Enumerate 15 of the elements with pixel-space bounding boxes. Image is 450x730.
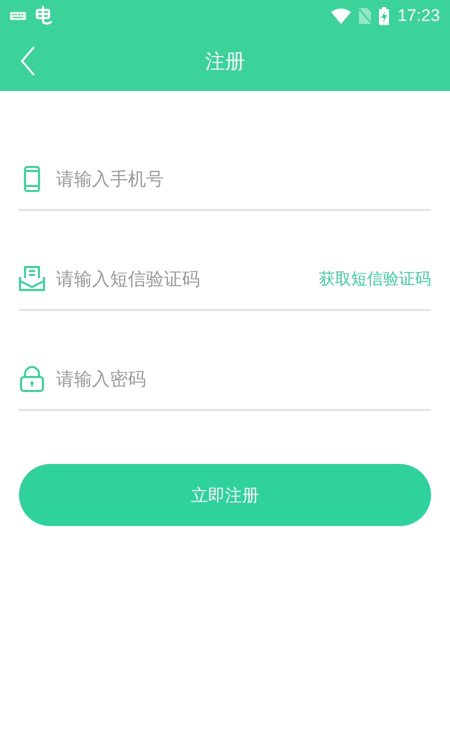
page-title: 注册	[205, 48, 245, 75]
battery-charging-icon	[379, 7, 390, 25]
register-button[interactable]: 立即注册	[19, 464, 431, 526]
no-sim-icon	[359, 8, 372, 24]
back-button[interactable]	[20, 45, 36, 77]
status-time: 17:23	[397, 6, 440, 26]
phone-input-field[interactable]: 请输入手机号	[56, 159, 431, 199]
wifi-icon	[331, 8, 352, 24]
lock-icon	[19, 366, 45, 392]
app-notification-icon	[34, 6, 54, 26]
password-input-field[interactable]: 请输入密码	[56, 359, 431, 399]
get-code-button[interactable]: 获取短信验证码	[319, 259, 431, 299]
keyboard-icon	[10, 12, 26, 20]
sms-input-field[interactable]: 请输入短信验证码	[56, 259, 319, 299]
envelope-message-icon	[19, 266, 45, 292]
